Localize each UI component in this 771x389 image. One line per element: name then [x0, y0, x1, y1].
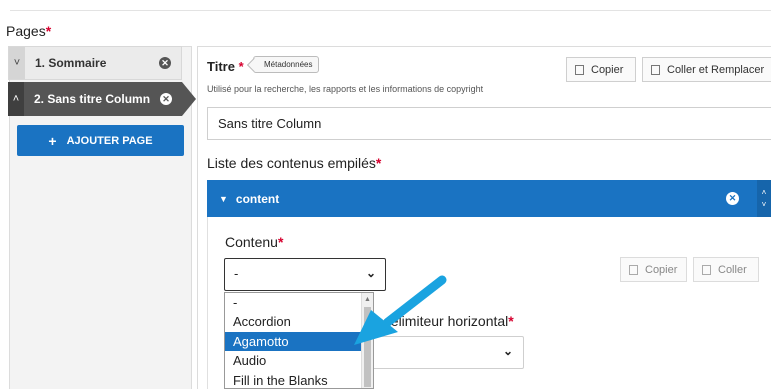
- page-item-sans-titre-column[interactable]: ˄ 2. Sans titre Column ✕: [8, 82, 196, 116]
- page-item-label: 1. Sommaire: [35, 56, 107, 70]
- remove-icon[interactable]: ✕: [159, 57, 171, 69]
- chevron-down-icon[interactable]: ˅: [9, 47, 25, 79]
- chevron-up-icon[interactable]: ˄: [762, 187, 767, 199]
- chevron-down-icon: ⌄: [502, 344, 513, 358]
- dropdown-option[interactable]: -: [225, 293, 373, 312]
- plus-icon: +: [48, 132, 57, 149]
- page-item-label: 2. Sans titre Column: [34, 92, 151, 106]
- paste-label: Coller: [718, 263, 747, 276]
- caret-down-icon: ▼: [219, 193, 228, 204]
- close-icon[interactable]: ✕: [726, 192, 739, 205]
- copy-label: Copier: [591, 63, 624, 76]
- content-group-label: content: [235, 191, 280, 206]
- content-type-label: Contenu*: [225, 234, 284, 250]
- copy-button[interactable]: Copier: [566, 57, 636, 82]
- clipboard-icon: [702, 264, 711, 275]
- paste-replace-button[interactable]: Coller et Remplacer: [642, 57, 771, 82]
- paste-replace-label: Coller et Remplacer: [667, 63, 765, 76]
- metadata-button[interactable]: Métadonnées: [253, 56, 320, 73]
- top-divider: [10, 10, 771, 11]
- dropdown-option[interactable]: Fill in the Blanks: [225, 371, 373, 388]
- delimiter-select[interactable]: ⌄: [372, 336, 524, 369]
- scroll-up-icon[interactable]: ▲: [364, 296, 371, 303]
- dropdown-scrollbar[interactable]: ▲: [361, 293, 373, 388]
- scrollbar-thumb[interactable]: [364, 307, 371, 387]
- chevron-up-icon[interactable]: ˄: [8, 82, 24, 116]
- paste-content-button[interactable]: Coller: [693, 257, 759, 282]
- horizontal-delimiter-label: délimiteur horizontal*: [383, 313, 514, 329]
- copy-icon: [575, 64, 584, 75]
- copy-content-button[interactable]: Copier: [620, 257, 687, 282]
- reorder-control[interactable]: ˄ ˅: [757, 180, 771, 217]
- pages-heading: Pages*: [6, 23, 52, 39]
- content-group-header[interactable]: ▼ content: [207, 180, 757, 217]
- dropdown-option-selected[interactable]: Agamotto: [225, 331, 373, 352]
- chevron-down-icon[interactable]: ˅: [762, 199, 767, 211]
- remove-icon[interactable]: ✕: [160, 93, 172, 105]
- dropdown-option[interactable]: Audio: [225, 351, 373, 370]
- dropdown-option[interactable]: Accordion: [225, 312, 373, 331]
- title-field-label: Titre *: [207, 59, 244, 74]
- page-item-sommaire[interactable]: ˅ 1. Sommaire ✕: [8, 46, 182, 80]
- add-page-label: AJOUTER PAGE: [66, 134, 153, 147]
- clipboard-icon: [651, 64, 660, 75]
- copy-label: Copier: [645, 263, 678, 276]
- content-type-dropdown[interactable]: - Accordion Agamotto Audio Fill in the B…: [224, 292, 374, 389]
- copy-icon: [629, 264, 638, 275]
- title-input[interactable]: Sans titre Column: [207, 107, 771, 140]
- select-value: -: [234, 266, 239, 281]
- content-type-select[interactable]: - ⌄: [224, 258, 386, 291]
- add-page-button[interactable]: + AJOUTER PAGE: [17, 125, 184, 156]
- title-helper-text: Utilisé pour la recherche, les rapports …: [207, 84, 484, 94]
- stacked-content-list-label: Liste des contenus empilés*: [207, 155, 382, 171]
- chevron-down-icon: ⌄: [365, 266, 376, 280]
